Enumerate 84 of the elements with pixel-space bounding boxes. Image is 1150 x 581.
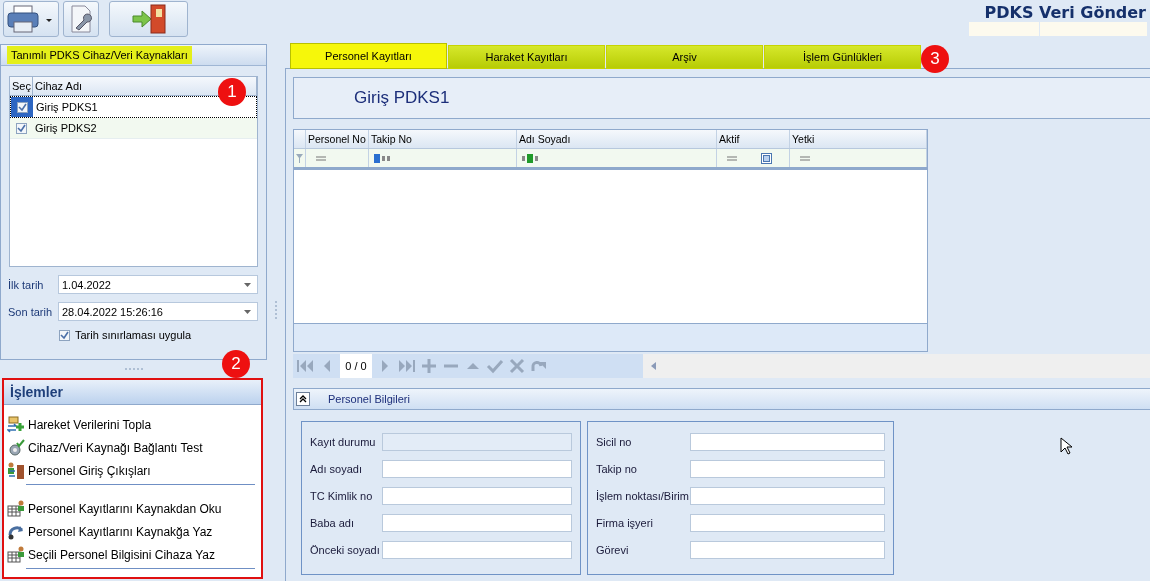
record-position: 0 / 0 xyxy=(340,354,372,378)
collapse-button[interactable] xyxy=(296,392,310,406)
input-field[interactable] xyxy=(382,487,572,505)
action-link[interactable]: Personel Kayıtlarını Kaynakğa Yaz xyxy=(4,520,261,543)
column-header[interactable]: Aktif xyxy=(717,130,790,148)
equals-icon xyxy=(800,155,810,161)
exit-button[interactable] xyxy=(109,1,188,37)
field-label: Firma işyeri xyxy=(596,517,654,529)
person-door-icon xyxy=(7,461,25,480)
app-title: PDKS Veri Gönder xyxy=(984,3,1146,22)
equals-icon xyxy=(316,155,326,161)
input-field[interactable] xyxy=(382,514,572,532)
panel-title: İşlemler xyxy=(4,380,261,405)
dropdown-icon[interactable] xyxy=(244,309,251,314)
splitter-handle[interactable] xyxy=(123,367,144,371)
field-label: İlk tarih xyxy=(8,278,45,291)
input-field[interactable] xyxy=(690,460,885,478)
check-icon[interactable] xyxy=(486,358,504,374)
field-label: Önceki soyadı xyxy=(310,544,381,556)
device-row[interactable]: Giriş PDKS2 xyxy=(10,118,257,139)
field-label: Baba adı xyxy=(310,517,356,529)
settings-button[interactable] xyxy=(63,1,99,37)
checkbox-filter-icon xyxy=(761,152,772,164)
tab[interactable]: İşlem Günlükleri xyxy=(764,45,921,69)
data-collect-icon xyxy=(7,415,25,434)
field-label: TC Kimlik no xyxy=(310,490,374,502)
checkbox[interactable] xyxy=(59,329,70,341)
equals-icon xyxy=(727,155,737,161)
column-header[interactable]: Takip No xyxy=(369,130,517,148)
input-field[interactable] xyxy=(690,541,885,559)
checkbox[interactable] xyxy=(16,101,28,113)
device-row[interactable]: Giriş PDKS1 xyxy=(10,96,257,118)
tab[interactable]: Haraket Kayıtları xyxy=(448,45,605,69)
last-icon[interactable] xyxy=(398,358,416,374)
column-header[interactable]: Personel No xyxy=(306,130,369,148)
table-cell-text: Giriş PDKS2 xyxy=(34,122,97,134)
field-label: İşlem noktası/Birim xyxy=(596,490,690,502)
field-label: Sicil no xyxy=(596,436,633,448)
panel-title: Tanımlı PDKS Cihaz/Veri Kaynakları xyxy=(7,46,192,64)
action-link[interactable]: Hareket Verilerini Topla xyxy=(4,413,261,436)
info-field xyxy=(969,22,1039,36)
tab[interactable]: Arşiv xyxy=(606,45,763,69)
checkbox-label: Tarih sınırlaması uygula xyxy=(75,329,192,341)
column-header[interactable]: Adı Soyadı xyxy=(517,130,717,148)
text-filter-icon xyxy=(522,153,540,163)
gear-icon xyxy=(7,438,25,457)
table-cell-text: Giriş PDKS1 xyxy=(35,101,98,113)
number-badge: 3 xyxy=(921,45,949,73)
dropdown-icon[interactable] xyxy=(244,282,251,287)
field-label: Adı soyadı xyxy=(310,463,363,475)
date-field[interactable]: 28.04.2022 15:26:16 xyxy=(58,302,258,321)
text-filter-icon xyxy=(374,153,392,163)
input-field[interactable] xyxy=(690,514,885,532)
section-title: Personel Bilgileri xyxy=(328,393,410,405)
input-field[interactable] xyxy=(690,487,885,505)
number-badge: 2 xyxy=(222,350,250,378)
action-link[interactable]: Personel Giriş Çıkışları xyxy=(4,459,261,482)
device-title: Giriş PDKS1 xyxy=(293,77,1150,119)
cursor-icon xyxy=(1060,437,1072,455)
date-field[interactable]: 1.04.2022 xyxy=(58,275,258,294)
table-person-icon xyxy=(7,499,25,518)
first-icon[interactable] xyxy=(296,358,314,374)
input-field[interactable] xyxy=(690,433,885,451)
redo-icon[interactable] xyxy=(530,358,548,374)
splitter-handle[interactable] xyxy=(274,300,278,321)
action-link[interactable]: Cihaz/Veri Kaynağı Bağlantı Test xyxy=(4,436,261,459)
field-label: Görevi xyxy=(596,544,630,556)
column-header[interactable]: Seç xyxy=(10,77,33,95)
add-icon[interactable] xyxy=(420,358,438,374)
checkbox[interactable] xyxy=(15,122,27,134)
column-header[interactable]: Yetki xyxy=(790,130,927,148)
input-field[interactable] xyxy=(382,541,572,559)
action-link[interactable]: Seçili Personel Bilgisini Cihaza Yaz xyxy=(4,543,261,566)
action-link[interactable]: Personel Kayıtlarını Kaynakdan Oku xyxy=(4,497,261,520)
input-field[interactable] xyxy=(382,460,572,478)
field-label: Takip no xyxy=(596,463,638,475)
close-icon[interactable] xyxy=(508,358,526,374)
table-person-icon xyxy=(7,545,25,564)
field-label: Kayıt durumu xyxy=(310,436,377,448)
filter-icon xyxy=(296,153,303,163)
field-label: Son tarih xyxy=(8,305,54,318)
tab[interactable]: Personel Kayıtları xyxy=(290,43,447,69)
scroll-bar[interactable] xyxy=(643,354,1150,378)
print-button[interactable] xyxy=(3,1,59,37)
